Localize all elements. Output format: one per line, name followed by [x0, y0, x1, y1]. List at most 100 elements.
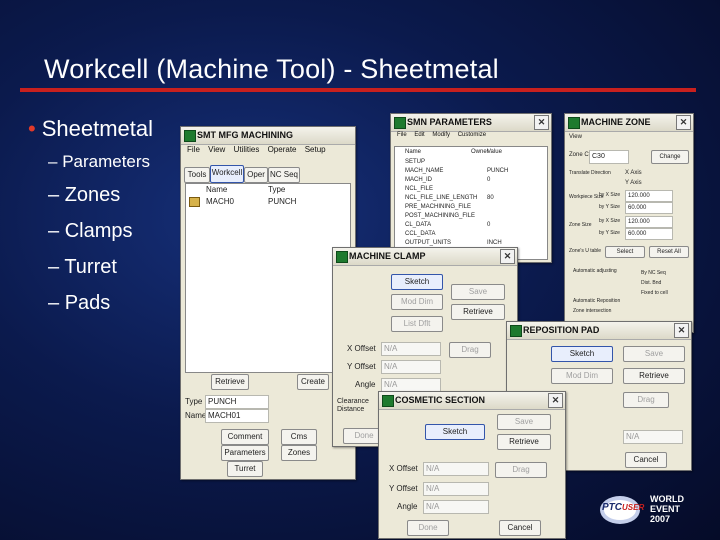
workcell-list[interactable]: Name Type MACH0 PUNCH	[185, 183, 351, 373]
column-header-name[interactable]: Name	[206, 185, 227, 194]
table-row[interactable]: CL_DATA 0	[397, 221, 545, 229]
cancel-button[interactable]: Cancel	[625, 452, 667, 468]
angle-field[interactable]: N/A	[423, 500, 489, 514]
name-field[interactable]: MACH01	[205, 409, 269, 423]
wp-x-field[interactable]: 120.000	[625, 190, 673, 202]
parameter-table[interactable]: Name Owner Value SETUP MACH_NAME PUNCH MACH…	[394, 146, 548, 260]
x-axis-radio[interactable]: X Axis	[625, 170, 642, 176]
column-header-value[interactable]: Value	[487, 148, 502, 156]
x-drag-button[interactable]: Drag	[495, 462, 547, 478]
sketch-button[interactable]: Sketch	[551, 346, 613, 362]
table-row[interactable]: SETUP	[397, 158, 545, 166]
table-row[interactable]: OUTPUT_UNITS INCH	[397, 239, 545, 247]
param-name: PRE_MACHINING_FILE	[405, 204, 472, 210]
auto-reposition-checkbox[interactable]: Automatic Reposition	[573, 298, 620, 304]
y-axis-radio[interactable]: Y Axis	[625, 180, 642, 186]
y-offset-field[interactable]: N/A	[423, 482, 489, 496]
select-button[interactable]: Select	[605, 246, 645, 258]
retrieve-button[interactable]: Retrieve	[497, 434, 551, 450]
tab-workcell[interactable]: Workcell	[210, 165, 244, 183]
dist-radio[interactable]: Dist. Bnd	[641, 280, 661, 286]
table-row[interactable]: CCL_DATA	[397, 230, 545, 238]
angle-field[interactable]: N/A	[623, 430, 683, 444]
save-button[interactable]: Save	[497, 414, 551, 430]
turret-button[interactable]: Turret	[227, 461, 263, 477]
close-icon[interactable]: ✕	[674, 323, 689, 338]
mod-dim-button[interactable]: Mod Dim	[551, 368, 613, 384]
x-offset-field[interactable]: N/A	[423, 462, 489, 476]
zones-button[interactable]: Zones	[281, 445, 317, 461]
menu-view[interactable]: View	[208, 145, 225, 154]
by-nc-seq-radio[interactable]: By NC Seq	[641, 270, 666, 276]
logo-event-text: WORLD EVENT 2007	[650, 494, 684, 524]
tab-oper[interactable]: Oper	[244, 167, 268, 183]
zs-x-field[interactable]: 120.000	[625, 216, 673, 228]
retrieve-button[interactable]: Retrieve	[451, 304, 505, 320]
logo-ptc-text: PTCUSER	[602, 502, 644, 513]
save-button[interactable]: Save	[451, 284, 505, 300]
angle-field[interactable]: N/A	[381, 378, 441, 392]
change-button[interactable]: Change	[651, 150, 689, 164]
close-icon[interactable]: ✕	[534, 115, 549, 130]
menu-operate[interactable]: Operate	[268, 145, 297, 154]
table-row[interactable]: MACH_ID 0	[397, 176, 545, 184]
table-row[interactable]: NCL_FILE_LINE_LENGTH 80	[397, 194, 545, 202]
done-button[interactable]: Done	[407, 520, 449, 536]
zone-intersection-checkbox[interactable]: Zone intersection	[573, 308, 611, 314]
menu-file[interactable]: File	[187, 145, 200, 154]
save-button[interactable]: Save	[623, 346, 685, 362]
x-offset-field[interactable]: N/A	[381, 342, 441, 356]
table-row[interactable]: NCL_FILE	[397, 185, 545, 193]
sketch-button[interactable]: Sketch	[425, 424, 485, 440]
fixed-radio[interactable]: Fixed to cell	[641, 290, 668, 296]
window-title: MACHINE CLAMP	[349, 251, 426, 261]
window-titlebar[interactable]: REPOSITION PAD ✕	[507, 322, 691, 340]
table-row[interactable]: POST_MACHINING_FILE	[397, 212, 545, 220]
table-row[interactable]: MACH_NAME PUNCH	[397, 167, 545, 175]
sketch-button[interactable]: Sketch	[391, 274, 443, 290]
menu-edit[interactable]: Edit	[414, 132, 424, 138]
type-field[interactable]: PUNCH	[205, 395, 269, 409]
x-drag-button[interactable]: Drag	[449, 342, 491, 358]
menu-bar: File View Utilities Operate Setup	[181, 145, 326, 157]
auto-adjust-checkbox[interactable]: Automatic adjusting	[573, 268, 617, 274]
close-icon[interactable]: ✕	[500, 249, 515, 264]
retrieve-button[interactable]: Retrieve	[211, 374, 249, 390]
menu-utilities[interactable]: Utilities	[234, 145, 260, 154]
list-dflt-button[interactable]: List Dflt	[391, 316, 443, 332]
mod-dim-button[interactable]: Mod Dim	[391, 294, 443, 310]
menu-file[interactable]: File	[397, 132, 407, 138]
window-titlebar[interactable]: COSMETIC SECTION ✕	[379, 392, 565, 410]
wp-y-field[interactable]: 60.000	[625, 202, 673, 214]
close-icon[interactable]: ✕	[548, 393, 563, 408]
window-titlebar[interactable]: SMN PARAMETERS ✕	[391, 114, 551, 132]
comment-button[interactable]: Comment	[221, 429, 269, 445]
menu-modify[interactable]: Modify	[432, 132, 450, 138]
subitem-zones: – Zones	[48, 184, 121, 206]
drag-button[interactable]: Drag	[623, 392, 669, 408]
parameters-button[interactable]: Parameters	[221, 445, 269, 461]
bullet-dot-icon: •	[28, 116, 36, 141]
create-button[interactable]: Create	[297, 374, 329, 390]
table-row[interactable]: PRE_MACHINING_FILE	[397, 203, 545, 211]
y-offset-field[interactable]: N/A	[381, 360, 441, 374]
window-titlebar[interactable]: SMT MFG MACHINING	[181, 127, 355, 145]
column-header-type[interactable]: Type	[268, 185, 285, 194]
tab-tools[interactable]: Tools	[184, 167, 210, 183]
column-header-name[interactable]: Name	[405, 148, 421, 156]
zs-y-field[interactable]: 60.000	[625, 228, 673, 240]
reset-all-button[interactable]: Reset All	[649, 246, 689, 258]
cms-button[interactable]: Cms	[281, 429, 317, 445]
window-titlebar[interactable]: MACHINE ZONE ✕	[565, 114, 693, 132]
menu-customize[interactable]: Customize	[458, 132, 486, 138]
table-row[interactable]: MACH0 PUNCH	[188, 196, 346, 207]
close-icon[interactable]: ✕	[676, 115, 691, 130]
zone-field[interactable]: C30	[589, 150, 629, 164]
tab-nc-seq[interactable]: NC Seq	[268, 167, 300, 183]
menu-view[interactable]: View	[569, 134, 582, 140]
retrieve-button[interactable]: Retrieve	[623, 368, 685, 384]
cancel-button[interactable]: Cancel	[499, 520, 541, 536]
table-header: Name Owner Value	[397, 148, 545, 156]
menu-setup[interactable]: Setup	[305, 145, 326, 154]
window-titlebar[interactable]: MACHINE CLAMP ✕	[333, 248, 517, 266]
